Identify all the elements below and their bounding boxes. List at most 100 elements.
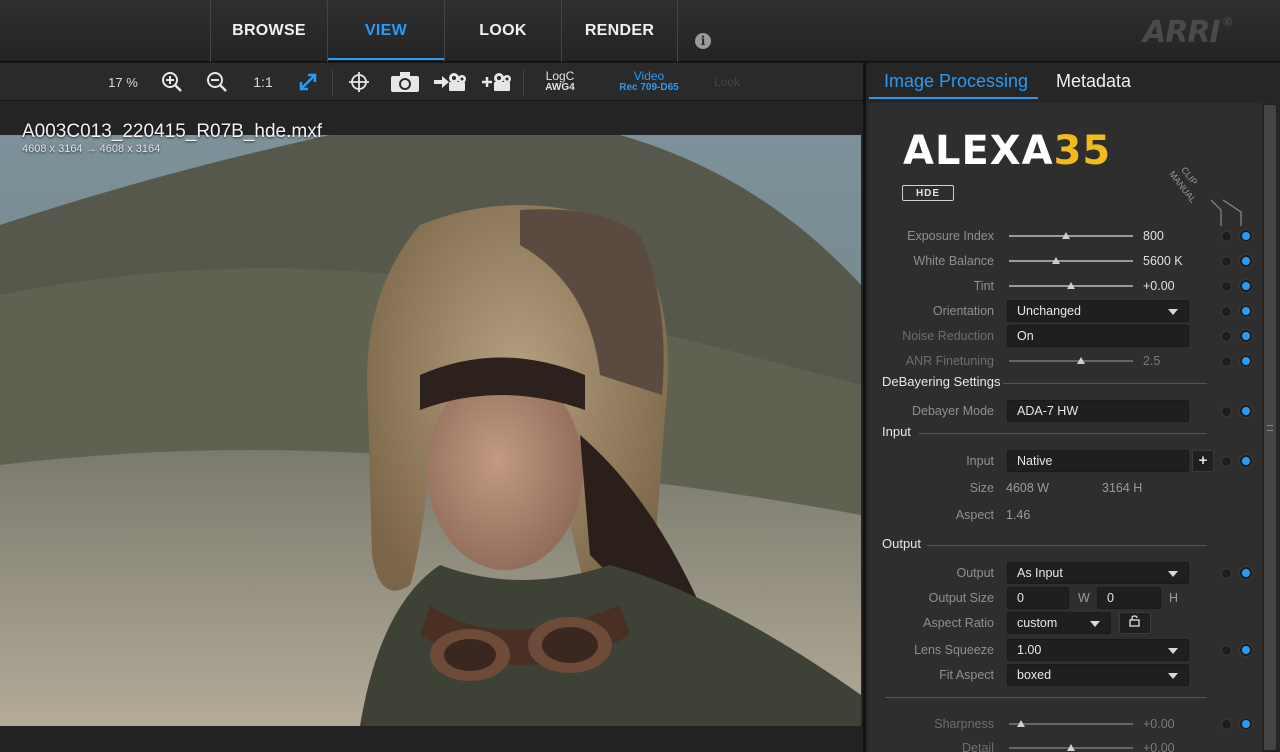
aspect-ratio-dropdown[interactable]: custom <box>1007 612 1111 634</box>
viewer: 17 % 1:1 LogC AWG4 Video Rec 709-D65 Loo… <box>0 63 863 752</box>
lens-squeeze-manual-radio[interactable] <box>1240 644 1252 656</box>
white-balance-thumb[interactable] <box>1052 257 1061 264</box>
input-section-title: Input <box>882 424 911 439</box>
info-icon[interactable]: i <box>695 33 711 49</box>
white-balance-manual-radio[interactable] <box>1240 255 1252 267</box>
sharpness-thumb[interactable] <box>1017 720 1026 727</box>
crosshair-icon[interactable] <box>344 63 374 101</box>
white-balance-label: White Balance <box>913 254 994 268</box>
detail-thumb[interactable] <box>1067 744 1075 751</box>
input-manual-radio[interactable] <box>1240 455 1252 467</box>
sharpness-value[interactable]: +0.00 <box>1143 712 1175 736</box>
one-to-one-button[interactable]: 1:1 <box>248 63 278 101</box>
lens-squeeze-row: Lens Squeeze 1.00 <box>869 638 1262 662</box>
tint-clip-radio[interactable] <box>1221 281 1232 292</box>
aspect-lock-button[interactable] <box>1119 612 1151 634</box>
clip-resolution: 4608 x 3164 → 4608 x 3164 <box>22 143 161 155</box>
output-dropdown[interactable]: As Input <box>1007 562 1189 584</box>
anr-finetuning-thumb[interactable] <box>1076 357 1085 364</box>
fit-icon[interactable] <box>293 63 323 101</box>
export-film-icon[interactable] <box>432 63 468 101</box>
white-balance-clip-radio[interactable] <box>1221 256 1232 267</box>
section-divider <box>885 697 1207 698</box>
colorspace-logc-button[interactable]: LogC AWG4 <box>536 63 584 101</box>
fit-aspect-dropdown[interactable]: boxed <box>1007 664 1189 686</box>
input-aspect-row: Aspect 1.46 <box>869 503 1262 527</box>
active-tab-indicator <box>869 97 1038 99</box>
output-width-input[interactable]: 0 <box>1007 587 1069 609</box>
exposure-index-slider[interactable] <box>1009 232 1133 239</box>
panel-scrollbar-thumb[interactable] <box>1264 105 1276 750</box>
tab-metadata[interactable]: Metadata <box>1056 71 1131 92</box>
white-balance-value[interactable]: 5600 K <box>1143 249 1183 273</box>
white-balance-row: White Balance 5600 K <box>869 249 1262 273</box>
add-input-button[interactable]: + <box>1192 450 1214 472</box>
input-size-width: 4608 W <box>1006 481 1050 495</box>
anr-finetuning-slider[interactable] <box>1009 357 1133 364</box>
sharpness-manual-radio[interactable] <box>1240 718 1252 730</box>
orientation-dropdown[interactable]: Unchanged <box>1007 300 1189 322</box>
exposure-index-thumb[interactable] <box>1062 232 1071 239</box>
section-divider <box>1003 383 1207 384</box>
output-height-unit: H <box>1169 591 1179 605</box>
nav-view[interactable]: VIEW <box>327 0 444 62</box>
tab-image-processing[interactable]: Image Processing <box>884 71 1028 92</box>
exposure-index-label: Exposure Index <box>907 229 994 243</box>
noise-reduction-field[interactable]: On <box>1007 325 1189 347</box>
noise-reduction-row: Noise Reduction On <box>869 324 1262 348</box>
tint-slider[interactable] <box>1009 282 1133 289</box>
detail-value[interactable]: +0.00 <box>1143 736 1175 752</box>
sharpness-clip-radio[interactable] <box>1221 719 1232 730</box>
nav-render[interactable]: RENDER <box>561 0 678 62</box>
input-field[interactable]: Native <box>1007 450 1189 472</box>
sharpness-slider[interactable] <box>1009 720 1133 727</box>
anr-finetuning-value[interactable]: 2.5 <box>1143 349 1160 373</box>
panel-scrollbar[interactable] <box>1263 103 1277 752</box>
orientation-manual-radio[interactable] <box>1240 305 1252 317</box>
debayer-mode-manual-radio[interactable] <box>1240 405 1252 417</box>
logo-mark: ® <box>1221 15 1234 29</box>
output-height-input[interactable]: 0 <box>1097 587 1161 609</box>
look-button[interactable]: Look <box>706 63 748 101</box>
clip-name: A003C013_220415_R07B_hde.mxf <box>22 121 323 142</box>
camera-icon[interactable] <box>388 63 422 101</box>
noise-reduction-manual-radio[interactable] <box>1240 330 1252 342</box>
output-clip-radio[interactable] <box>1221 568 1232 579</box>
tint-value[interactable]: +0.00 <box>1143 274 1175 298</box>
white-balance-slider[interactable] <box>1009 257 1133 264</box>
zoom-out-icon[interactable] <box>202 63 232 101</box>
grip-icon <box>1267 424 1273 431</box>
nav-browse[interactable]: BROWSE <box>210 0 327 62</box>
tint-manual-radio[interactable] <box>1240 280 1252 292</box>
debayer-mode-field[interactable]: ADA-7 HW <box>1007 400 1189 422</box>
lens-squeeze-clip-radio[interactable] <box>1221 645 1232 656</box>
add-film-icon[interactable] <box>479 63 515 101</box>
nav-look[interactable]: LOOK <box>444 0 561 62</box>
output-manual-radio[interactable] <box>1240 567 1252 579</box>
noise-reduction-clip-radio[interactable] <box>1221 331 1232 342</box>
input-clip-radio[interactable] <box>1221 456 1232 467</box>
unlock-icon <box>1129 615 1140 627</box>
colorspace-video-button[interactable]: Video Rec 709-D65 <box>612 63 686 101</box>
orientation-clip-radio[interactable] <box>1221 306 1232 317</box>
viewer-footer <box>0 726 863 752</box>
detail-slider[interactable] <box>1009 744 1133 751</box>
debayer-mode-clip-radio[interactable] <box>1221 406 1232 417</box>
anr-finetuning-row: ANR Finetuning 2.5 <box>869 349 1262 373</box>
detail-label: Detail <box>962 741 994 752</box>
tint-thumb[interactable] <box>1067 282 1075 289</box>
exposure-index-manual-radio[interactable] <box>1240 230 1252 242</box>
clip-preview-image <box>0 135 861 726</box>
section-divider <box>927 545 1207 546</box>
exposure-index-value[interactable]: 800 <box>1143 224 1164 248</box>
anr-finetuning-clip-radio[interactable] <box>1221 356 1232 367</box>
lens-squeeze-dropdown[interactable]: 1.00 <box>1007 639 1189 661</box>
anr-finetuning-manual-radio[interactable] <box>1240 355 1252 367</box>
zoom-in-icon[interactable] <box>157 63 187 101</box>
debayer-mode-label: Debayer Mode <box>912 404 994 418</box>
exposure-index-clip-radio[interactable] <box>1221 231 1232 242</box>
exposure-index-row: Exposure Index 800 <box>869 224 1262 248</box>
output-label: Output <box>956 566 994 580</box>
top-bar: BROWSE VIEW LOOK RENDER i ARRI ® <box>0 0 1280 62</box>
input-row: Input Native + <box>869 449 1262 473</box>
